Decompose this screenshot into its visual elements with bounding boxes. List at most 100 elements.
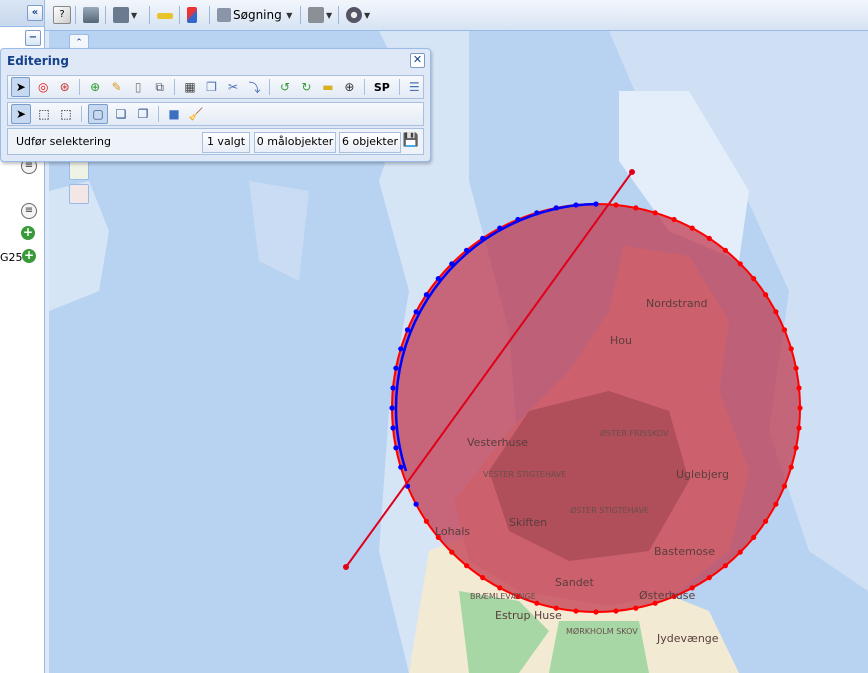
circle-vertex[interactable]	[796, 385, 802, 391]
select-arrow-icon[interactable]: ➤	[11, 77, 31, 97]
pencil-icon[interactable]: ✎	[108, 78, 125, 96]
circle-vertex[interactable]	[593, 201, 599, 207]
select-subtract-icon[interactable]: ❐	[134, 105, 152, 123]
circle-vertex[interactable]	[534, 600, 540, 606]
delete-icon[interactable]: ▯	[129, 78, 146, 96]
help-button[interactable]: ?	[53, 4, 71, 26]
polygon-select-icon[interactable]: ⬚	[57, 105, 75, 123]
table-icon[interactable]: ☰	[405, 78, 422, 96]
select-new-icon[interactable]: ▢	[88, 104, 108, 124]
circle-vertex[interactable]	[593, 609, 599, 615]
circle-vertex[interactable]	[671, 216, 677, 223]
fill-square-icon[interactable]: ■	[165, 105, 183, 123]
merge-icon[interactable]: ⤵	[246, 78, 263, 96]
search-menu-button[interactable]: Søgning ▼	[217, 4, 292, 26]
copy-icon[interactable]: ⧉	[151, 78, 168, 96]
circle-vertex[interactable]	[652, 210, 658, 216]
circle-vertex[interactable]	[435, 276, 441, 282]
circle-vertex[interactable]	[796, 425, 802, 431]
circle-vertex[interactable]	[737, 261, 743, 267]
duplicate-icon[interactable]: ❐	[203, 78, 220, 96]
circle-vertex[interactable]	[398, 464, 404, 470]
undo-icon[interactable]: ↺	[276, 78, 293, 96]
sp-button[interactable]: SP	[371, 78, 392, 96]
circle-vertex[interactable]	[389, 405, 395, 411]
circle-vertex[interactable]	[423, 292, 429, 298]
broom-icon[interactable]: 🧹	[187, 105, 205, 123]
circle-vertex[interactable]	[464, 563, 470, 569]
circle-vertex[interactable]	[751, 276, 757, 282]
select-add-icon[interactable]: ❏	[112, 105, 130, 123]
line-vertex[interactable]	[629, 169, 635, 175]
circle-vertex[interactable]	[751, 534, 757, 540]
circle-vertex[interactable]	[553, 205, 559, 211]
target-icon[interactable]: ◎	[34, 78, 51, 96]
circle-vertex[interactable]	[793, 365, 799, 371]
circle-vertex[interactable]	[773, 309, 779, 315]
clear-button[interactable]	[187, 4, 197, 26]
circle-vertex[interactable]	[480, 235, 486, 241]
circle-vertex[interactable]	[706, 235, 712, 241]
collapse-panel-button[interactable]: «	[27, 5, 43, 21]
add-layer-icon[interactable]: +	[22, 249, 36, 263]
scissors-icon[interactable]: ✂	[224, 78, 241, 96]
circle-vertex[interactable]	[534, 210, 540, 216]
layer-menu-icon[interactable]: ≡	[21, 203, 37, 219]
circle-vertex[interactable]	[398, 346, 404, 352]
print-button[interactable]: ▼	[113, 4, 137, 26]
circle-vertex[interactable]	[497, 225, 503, 231]
circle-vertex[interactable]	[497, 585, 503, 591]
measure-button[interactable]	[157, 4, 173, 26]
circle-vertex[interactable]	[722, 563, 729, 569]
measure-icon[interactable]: ▬	[319, 78, 336, 96]
circle-vertex[interactable]	[480, 575, 486, 581]
circle-vertex[interactable]	[393, 445, 399, 451]
circle-vertex[interactable]	[515, 216, 521, 223]
save-icon[interactable]: 💾	[402, 132, 420, 151]
circle-vertex[interactable]	[689, 225, 695, 231]
line-vertex[interactable]	[343, 564, 349, 570]
redo-icon[interactable]: ↻	[298, 78, 315, 96]
circle-vertex[interactable]	[763, 518, 769, 524]
circle-vertex[interactable]	[613, 608, 619, 614]
add-icon[interactable]: ⊕	[86, 78, 103, 96]
circle-vertex[interactable]	[573, 608, 579, 614]
circle-vertex[interactable]	[390, 385, 396, 391]
circle-vertex[interactable]	[773, 501, 779, 507]
circle-vertex[interactable]	[413, 309, 419, 315]
circle-vertex[interactable]	[464, 247, 470, 253]
zoom-out-area-button[interactable]	[69, 184, 89, 204]
circle-vertex[interactable]	[788, 346, 794, 352]
multi-target-icon[interactable]: ⊛	[56, 78, 73, 96]
circle-vertex[interactable]	[781, 327, 788, 333]
circle-vertex[interactable]	[781, 483, 788, 489]
circle-vertex[interactable]	[390, 425, 396, 431]
circle-vertex[interactable]	[788, 464, 794, 470]
tools-menu-button[interactable]: ▼	[308, 4, 332, 26]
layers-button[interactable]	[83, 4, 99, 26]
circle-vertex[interactable]	[613, 202, 619, 208]
close-button[interactable]: ✕	[410, 53, 425, 68]
box-select-icon[interactable]: ⬚	[35, 105, 53, 123]
circle-vertex[interactable]	[633, 605, 639, 611]
circle-vertex[interactable]	[393, 365, 399, 371]
grid-select-icon[interactable]: ▦	[181, 78, 198, 96]
circle-vertex[interactable]	[449, 549, 455, 555]
circle-vertex[interactable]	[763, 292, 769, 298]
settings-menu-button[interactable]: ▼	[346, 4, 370, 26]
circle-vertex[interactable]	[737, 549, 743, 555]
minimize-button[interactable]: −	[25, 30, 41, 46]
circle-vertex[interactable]	[413, 501, 419, 507]
circle-vertex[interactable]	[793, 445, 799, 451]
circle-vertex[interactable]	[573, 202, 579, 208]
add-layer-icon[interactable]: +	[21, 226, 35, 240]
circle-vertex[interactable]	[449, 261, 455, 267]
select-arrow-icon[interactable]: ➤	[11, 104, 31, 124]
zoom-in-area-button[interactable]	[69, 160, 89, 180]
circle-vertex[interactable]	[722, 247, 729, 253]
circle-vertex[interactable]	[706, 575, 712, 581]
circle-vertex[interactable]	[797, 405, 803, 411]
circle-vertex[interactable]	[423, 518, 429, 524]
center-icon[interactable]: ⊕	[341, 78, 358, 96]
circle-vertex[interactable]	[404, 327, 411, 333]
